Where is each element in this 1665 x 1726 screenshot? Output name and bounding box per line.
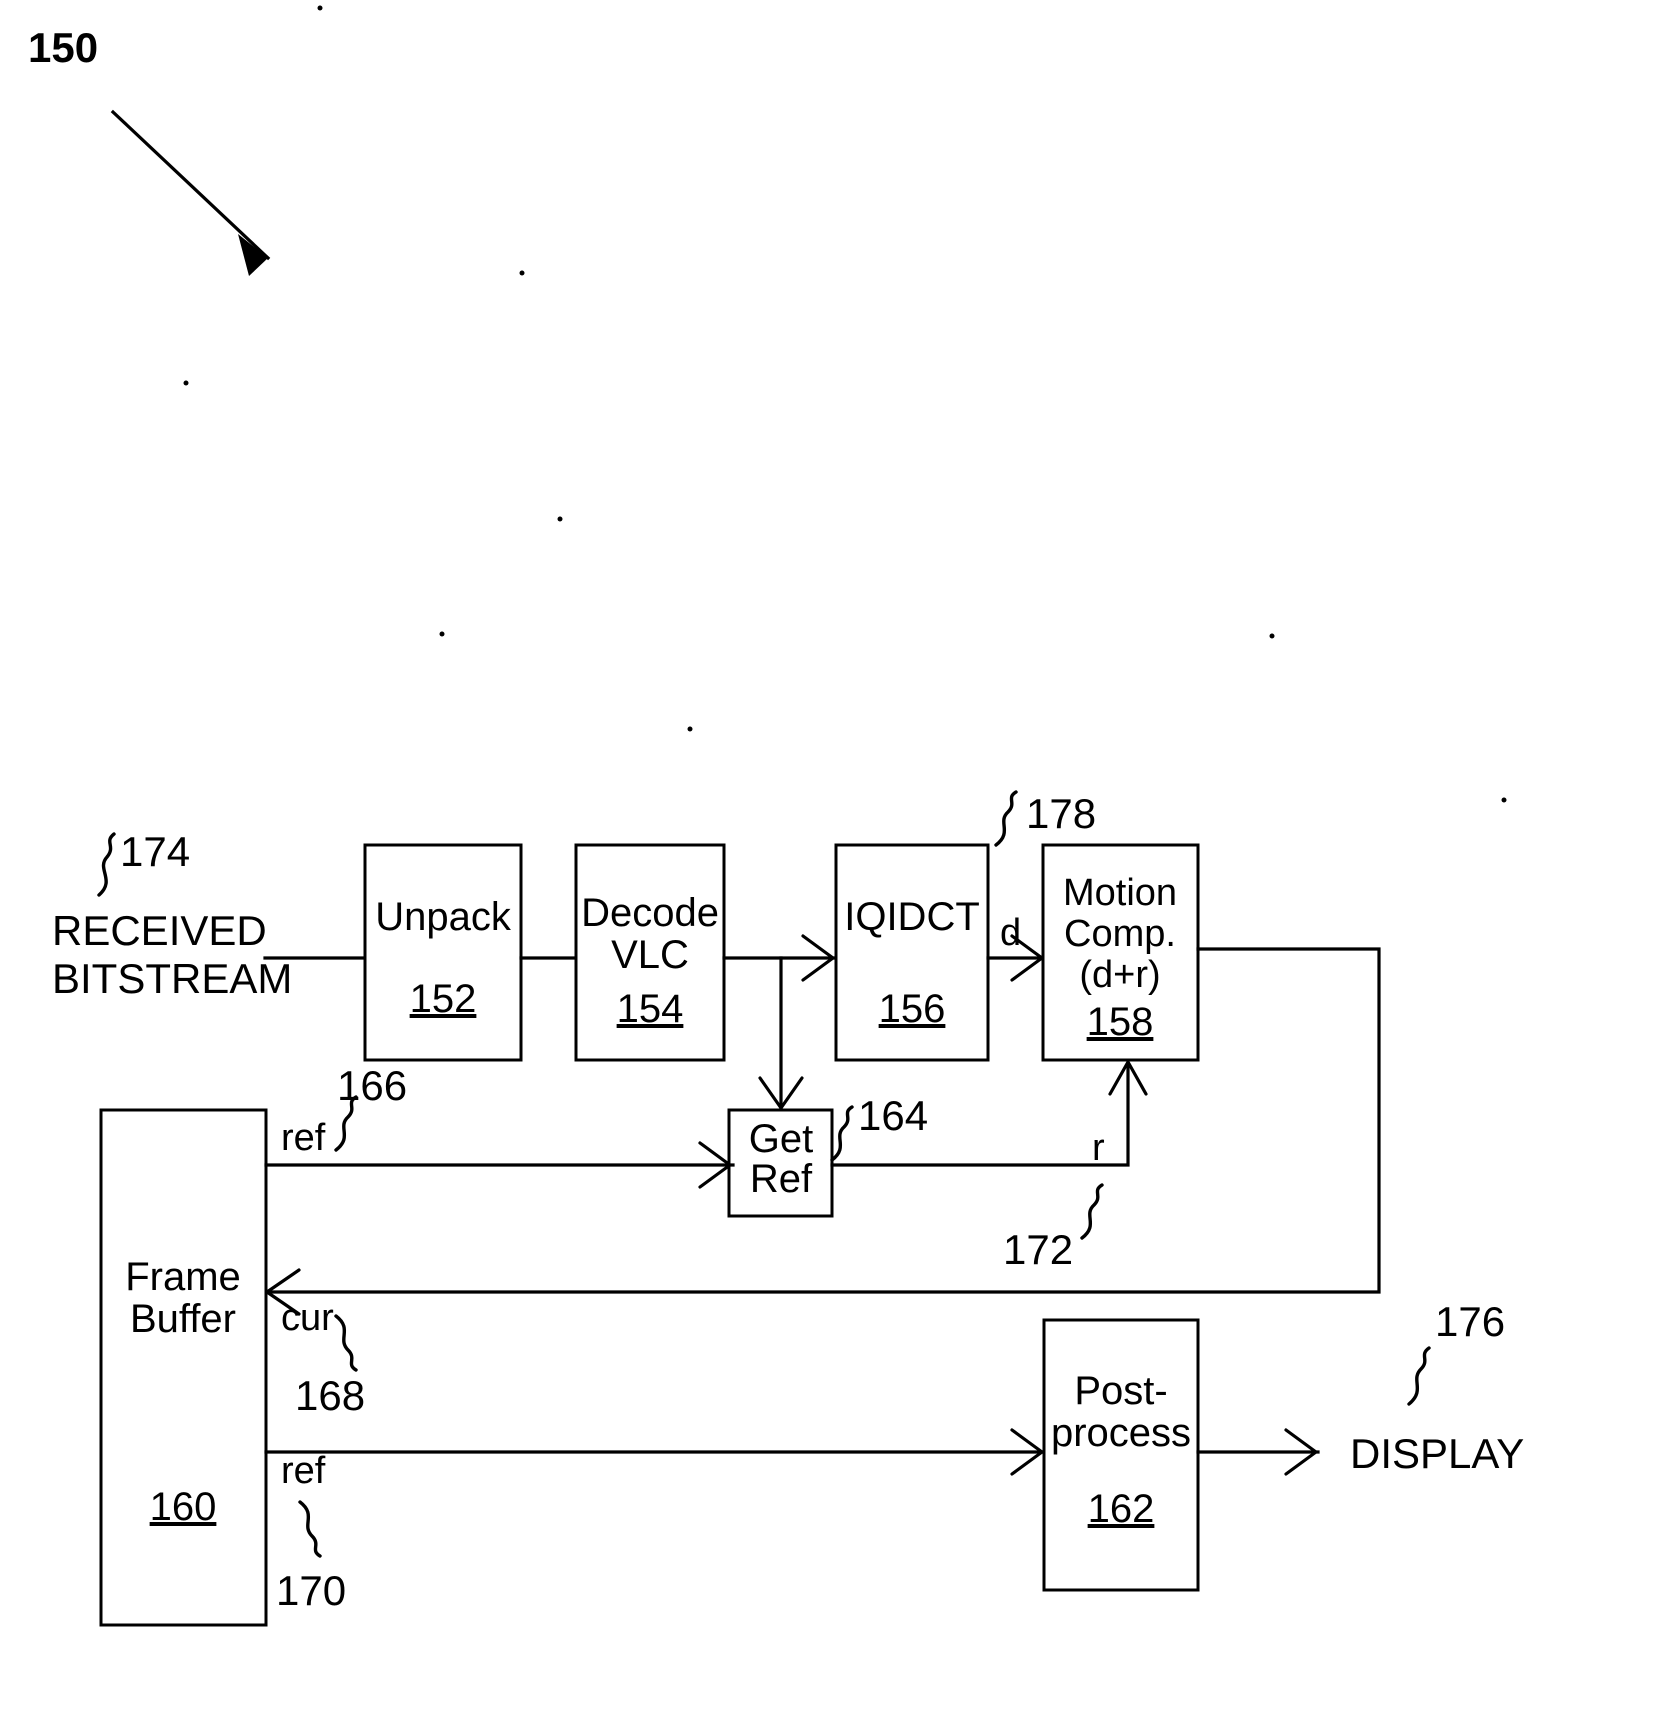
getref-ref-number: 164 [858,1092,928,1139]
block-motioncomp-label-line3: (d+r) [1079,954,1160,996]
block-get-ref: Get Ref [727,1108,834,1218]
scan-speck [519,270,525,276]
input-ref-number: 174 [120,828,190,875]
scan-speck [317,5,323,11]
scan-speck [183,380,189,386]
block-frame-buffer: Frame Buffer 160 [99,1108,268,1627]
signal-ref-bottom-label: ref [281,1450,326,1492]
block-decode-label-line1: Decode [581,891,719,935]
figure-pointer-arrow [110,109,271,276]
block-diagram: 150 RECEIVED BITSTREAM 174 Unpack 152 De… [28,5,1524,1627]
block-framebuffer-label-line2: Buffer [130,1297,236,1341]
leader-170 [298,1500,322,1558]
leader-174 [97,832,116,897]
block-decode-vlc: Decode VLC 154 [574,843,726,1062]
leader-168 [334,1314,358,1372]
block-motioncomp-label-line2: Comp. [1064,913,1176,955]
block-iqidct-ref: 156 [879,987,946,1031]
signal-cur-ref-number: 168 [295,1372,365,1419]
output-ref-number: 176 [1435,1298,1505,1345]
signal-r-ref-number: 172 [1003,1226,1073,1273]
signal-d-ref-number: 178 [1026,790,1096,837]
signal-cur-label: cur [281,1297,334,1339]
input-label-line2: BITSTREAM [52,955,292,1002]
block-motion-comp: Motion Comp. (d+r) 158 [1041,843,1200,1062]
block-postprocess-label-line2: process [1051,1411,1191,1455]
scan-speck [1501,797,1507,803]
scan-speck [439,631,445,637]
block-framebuffer-ref: 160 [150,1485,217,1529]
block-unpack-ref: 152 [410,977,477,1021]
signal-ref-top-label: ref [281,1117,326,1159]
block-getref-label-line1: Get [749,1117,813,1161]
output-label: DISPLAY [1350,1430,1524,1477]
block-motioncomp-ref: 158 [1087,1000,1154,1044]
block-postprocess-ref: 162 [1088,1487,1155,1531]
block-iqidct-label-line1: IQIDCT [844,895,980,939]
signal-r-label: r [1092,1127,1105,1169]
scan-speck [687,726,693,732]
block-framebuffer-label-line1: Frame [125,1255,241,1299]
block-unpack-label-line1: Unpack [375,895,512,939]
signal-d-label: d [1000,912,1021,954]
leader-176 [1407,1346,1431,1406]
block-decode-label-line2: VLC [611,933,689,977]
block-getref-label-line2: Ref [750,1157,813,1201]
block-motioncomp-label-line1: Motion [1063,872,1177,914]
figure-id-label: 150 [28,24,98,71]
block-post-process: Post- process 162 [1042,1318,1200,1592]
scan-speck [557,516,563,522]
block-unpack: Unpack 152 [363,843,523,1062]
input-label-line1: RECEIVED [52,907,267,954]
signal-ref-top-ref-number: 166 [337,1062,407,1109]
block-postprocess-label-line1: Post- [1074,1369,1167,1413]
signal-ref-bottom-ref-number: 170 [276,1567,346,1614]
leader-178 [994,790,1018,847]
block-decode-ref: 154 [617,987,684,1031]
block-iqidct: IQIDCT 156 [834,843,990,1062]
figure-canvas: 150 RECEIVED BITSTREAM 174 Unpack 152 De… [0,0,1665,1726]
leader-164 [830,1105,854,1162]
scan-speck [1269,633,1275,639]
leader-172 [1080,1183,1104,1240]
